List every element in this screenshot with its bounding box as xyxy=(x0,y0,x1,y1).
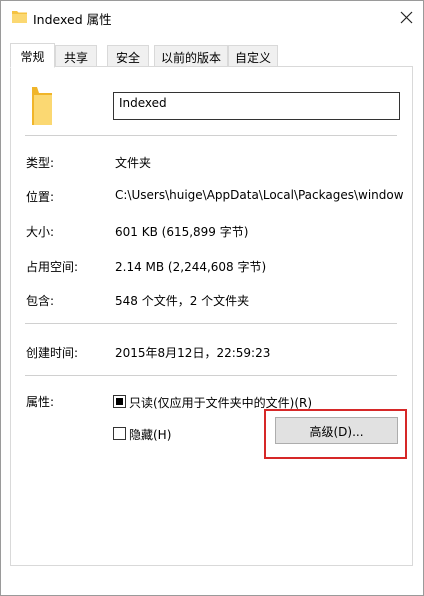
created-value: 2015年8月12日，22:59:23 xyxy=(115,346,271,360)
size-label: 大小: xyxy=(26,225,55,239)
readonly-checkbox[interactable] xyxy=(113,395,126,408)
tab-security[interactable]: 安全 xyxy=(107,45,149,67)
tab-sharing[interactable]: 共享 xyxy=(55,45,97,67)
folder-icon xyxy=(12,11,27,23)
highlight-box xyxy=(264,409,407,459)
location-label: 位置: xyxy=(26,190,55,204)
properties-window: Indexed 属性 常规 共享 安全 以前的版本 自定义 Indexed 类型… xyxy=(0,0,424,596)
size-on-disk-label: 占用空间: xyxy=(26,260,79,274)
tab-previous-versions[interactable]: 以前的版本 xyxy=(154,45,228,67)
divider xyxy=(25,323,397,324)
contains-label: 包含: xyxy=(26,294,55,308)
window-title: Indexed 属性 xyxy=(33,12,112,27)
hidden-label[interactable]: 隐藏(H) xyxy=(129,426,171,443)
close-icon xyxy=(400,11,413,24)
tab-general[interactable]: 常规 xyxy=(10,43,55,68)
tab-customize[interactable]: 自定义 xyxy=(228,45,278,67)
type-value: 文件夹 xyxy=(115,156,152,170)
title-bar[interactable]: Indexed 属性 xyxy=(1,1,423,33)
created-label: 创建时间: xyxy=(26,346,79,360)
size-value: 601 KB (615,899 字节) xyxy=(115,225,249,239)
attributes-label: 属性: xyxy=(26,395,55,409)
close-button[interactable] xyxy=(393,3,421,31)
location-value: C:\Users\huige\AppData\Local\Packages\wi… xyxy=(115,188,403,202)
divider xyxy=(25,135,397,136)
size-on-disk-value: 2.14 MB (2,244,608 字节) xyxy=(115,260,267,274)
divider xyxy=(25,375,397,376)
hidden-checkbox[interactable] xyxy=(113,427,126,440)
type-label: 类型: xyxy=(26,156,55,170)
general-panel: Indexed 类型: 文件夹 位置: C:\Users\huige\AppDa… xyxy=(10,66,413,566)
contains-value: 548 个文件，2 个文件夹 xyxy=(115,294,250,308)
folder-icon xyxy=(32,87,52,125)
folder-name-input[interactable]: Indexed xyxy=(113,92,400,120)
